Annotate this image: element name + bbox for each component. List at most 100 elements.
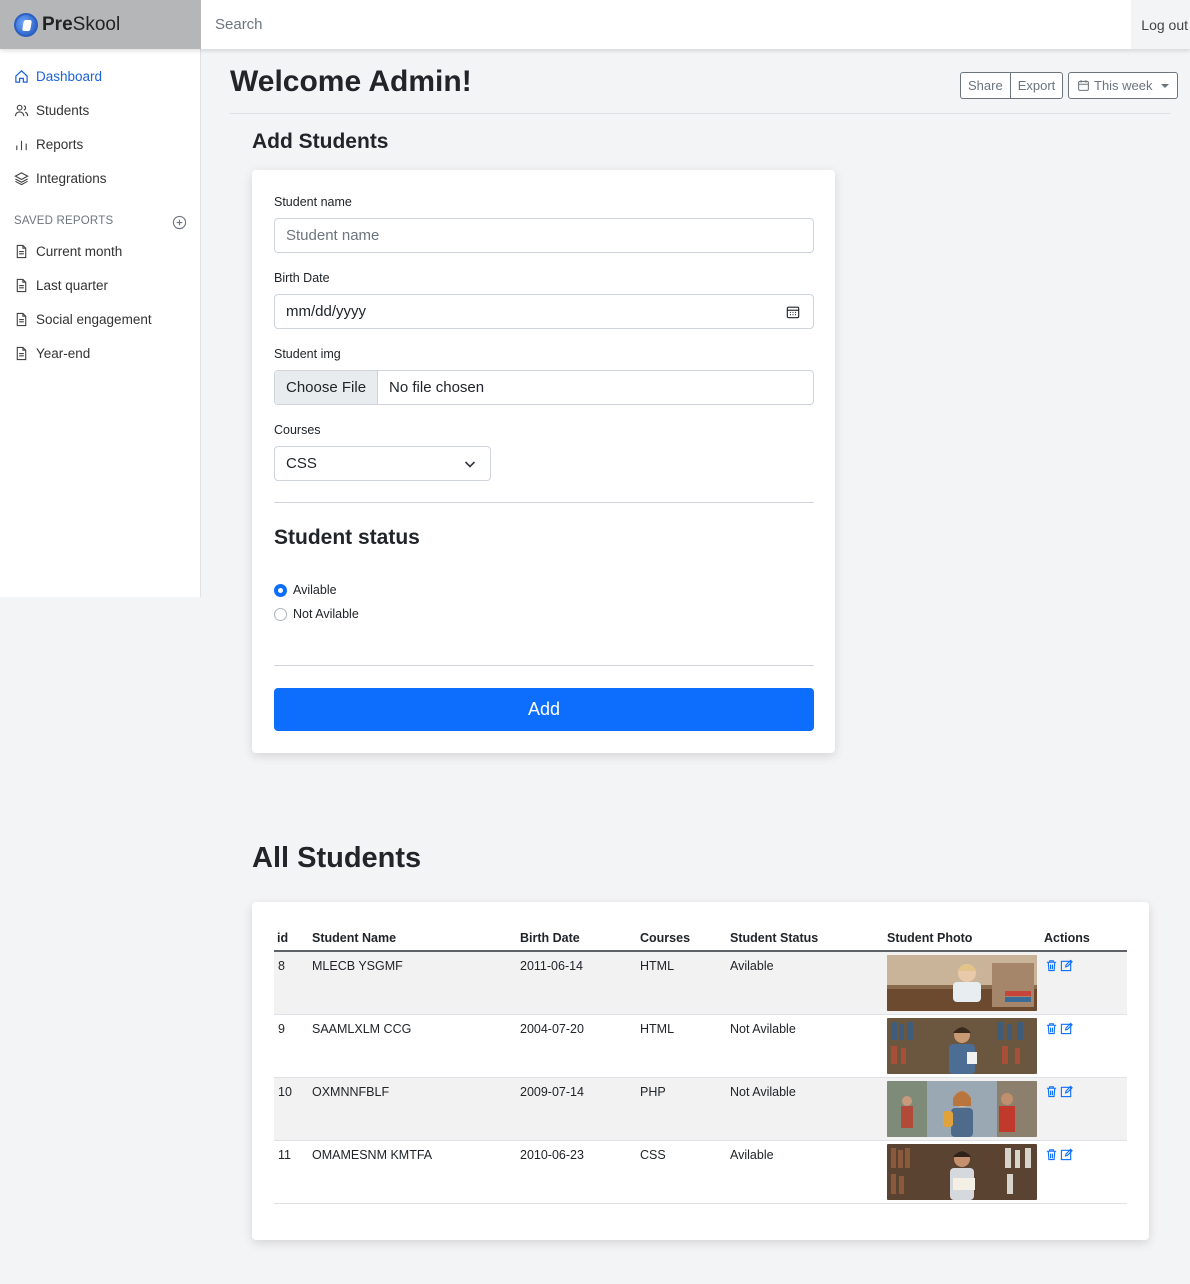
cell-birth: 2010-06-23	[520, 1148, 584, 1162]
cell-course: HTML	[640, 1022, 675, 1036]
table-row: 10 OXMNNFBLF 2009-07-14 PHP Not Avilable	[274, 1078, 1127, 1141]
form-divider	[274, 665, 814, 666]
birth-date-label: Birth Date	[274, 271, 330, 285]
cell-id: 9	[278, 1022, 285, 1036]
caret-down-icon	[1160, 83, 1169, 88]
layers-icon	[14, 172, 29, 186]
sidebar-item-dashboard[interactable]: Dashboard	[14, 69, 102, 84]
courses-select[interactable]: CSS	[274, 446, 491, 481]
delete-icon[interactable]	[1045, 1022, 1058, 1035]
sidebar-item-label: Year-end	[36, 346, 91, 361]
student-name-field-wrapper	[274, 218, 814, 253]
student-photo	[887, 1018, 1037, 1074]
delete-icon[interactable]	[1045, 1085, 1058, 1098]
choose-file-button[interactable]: Choose File	[275, 371, 379, 404]
column-header-actions: Actions	[1044, 931, 1090, 945]
cell-name: OXMNNFBLF	[312, 1085, 390, 1099]
radio-unchecked[interactable]	[274, 607, 287, 621]
cell-status: Not Avilable	[730, 1022, 796, 1036]
cell-birth: 2011-06-14	[520, 959, 584, 973]
edit-icon[interactable]	[1060, 1085, 1073, 1098]
sidebar-item-reports[interactable]: Reports	[14, 137, 83, 152]
export-button[interactable]: Export	[1009, 72, 1064, 99]
table-row: 8 MLECB YSGMF 2011-06-14 HTML Avilable	[274, 952, 1127, 1015]
cell-id: 11	[278, 1148, 291, 1162]
status-radio-not-available[interactable]: Not Avilable	[274, 607, 359, 621]
birth-date-placeholder: mm/dd/yyyy	[286, 303, 367, 320]
student-img-label: Student img	[274, 347, 341, 361]
courses-label: Courses	[274, 423, 321, 437]
period-dropdown[interactable]: This week	[1068, 72, 1178, 99]
file-icon	[16, 312, 27, 327]
sidebar-item-label: Last quarter	[36, 278, 109, 293]
cell-status: Avilable	[730, 1148, 774, 1162]
chevron-down-icon	[464, 461, 476, 468]
cell-id: 10	[278, 1085, 292, 1099]
column-header-photo: Student Photo	[887, 931, 973, 945]
calendar-icon[interactable]	[786, 305, 800, 319]
birth-date-input[interactable]: mm/dd/yyyy	[274, 294, 814, 329]
bar-chart-icon	[16, 140, 27, 151]
sidebar-item-label: Social engagement	[36, 312, 152, 327]
calendar-icon	[1078, 80, 1089, 91]
cell-course: HTML	[640, 959, 675, 973]
brand-logo-area[interactable]: PreSkool	[0, 0, 201, 49]
period-label: This week	[1094, 78, 1153, 93]
add-button[interactable]: Add	[274, 688, 814, 731]
cell-course: CSS	[640, 1148, 666, 1162]
sidebar-item-last-quarter[interactable]: Last quarter	[14, 278, 108, 293]
column-header-courses: Courses	[640, 931, 691, 945]
share-button[interactable]: Share	[960, 72, 1010, 99]
file-status-text: No file chosen	[389, 379, 485, 396]
add-report-icon[interactable]	[172, 215, 187, 230]
student-name-label: Student name	[274, 195, 352, 209]
status-radio-available[interactable]: Avilable	[274, 583, 337, 597]
saved-reports-heading: SAVED REPORTS	[14, 215, 114, 227]
row-actions	[1045, 1085, 1073, 1098]
logout-link[interactable]: Log out	[1131, 0, 1190, 49]
student-photo	[887, 1144, 1037, 1200]
cell-status: Not Avilable	[730, 1085, 796, 1099]
preskool-logo-icon	[14, 12, 38, 37]
sidebar-item-year-end[interactable]: Year-end	[14, 346, 90, 361]
page-title: Welcome Admin!	[230, 65, 472, 98]
file-icon	[16, 346, 27, 361]
table-row: 11 OMAMESNM KMTFA 2010-06-23 CSS Avilabl…	[274, 1141, 1127, 1204]
row-actions	[1045, 1022, 1073, 1035]
sidebar-item-integrations[interactable]: Integrations	[14, 171, 107, 186]
student-img-file-input[interactable]: Choose File No file chosen	[274, 370, 814, 405]
sidebar-item-label: Integrations	[36, 171, 107, 186]
student-photo	[887, 1081, 1037, 1137]
column-header-name: Student Name	[312, 931, 397, 945]
sidebar-item-social-engagement[interactable]: Social engagement	[14, 312, 152, 327]
file-icon	[16, 244, 27, 259]
sidebar-item-students[interactable]: Students	[14, 103, 89, 118]
edit-icon[interactable]	[1060, 1022, 1073, 1035]
sidebar-item-label: Reports	[36, 137, 84, 152]
radio-checked[interactable]	[274, 583, 287, 597]
delete-icon[interactable]	[1045, 1148, 1058, 1161]
delete-icon[interactable]	[1045, 959, 1058, 972]
courses-selected-value: CSS	[286, 455, 317, 472]
row-actions	[1045, 959, 1073, 972]
student-name-input[interactable]	[286, 227, 813, 244]
student-photo	[887, 955, 1037, 1011]
sidebar-item-label: Dashboard	[36, 69, 103, 84]
sidebar-item-label: Students	[36, 103, 90, 118]
column-header-status: Student Status	[730, 931, 819, 945]
cell-status: Avilable	[730, 959, 774, 973]
radio-label: Not Avilable	[293, 607, 359, 621]
students-table: id Student Name Birth Date Courses Stude…	[252, 902, 1149, 1240]
row-actions	[1045, 1148, 1073, 1161]
sidebar-item-current-month[interactable]: Current month	[14, 244, 122, 259]
search-input[interactable]	[201, 0, 1131, 49]
share-export-group: Share Export	[960, 72, 1064, 99]
sidebar-item-label: Current month	[36, 244, 123, 259]
edit-icon[interactable]	[1060, 1148, 1073, 1161]
header-divider	[230, 113, 1170, 114]
add-students-heading: Add Students	[252, 130, 389, 153]
form-divider	[274, 502, 814, 503]
edit-icon[interactable]	[1060, 959, 1073, 972]
cell-birth: 2009-07-14	[520, 1085, 584, 1099]
add-student-form: Student name Birth Date mm/dd/yyyy Stude…	[252, 170, 835, 753]
